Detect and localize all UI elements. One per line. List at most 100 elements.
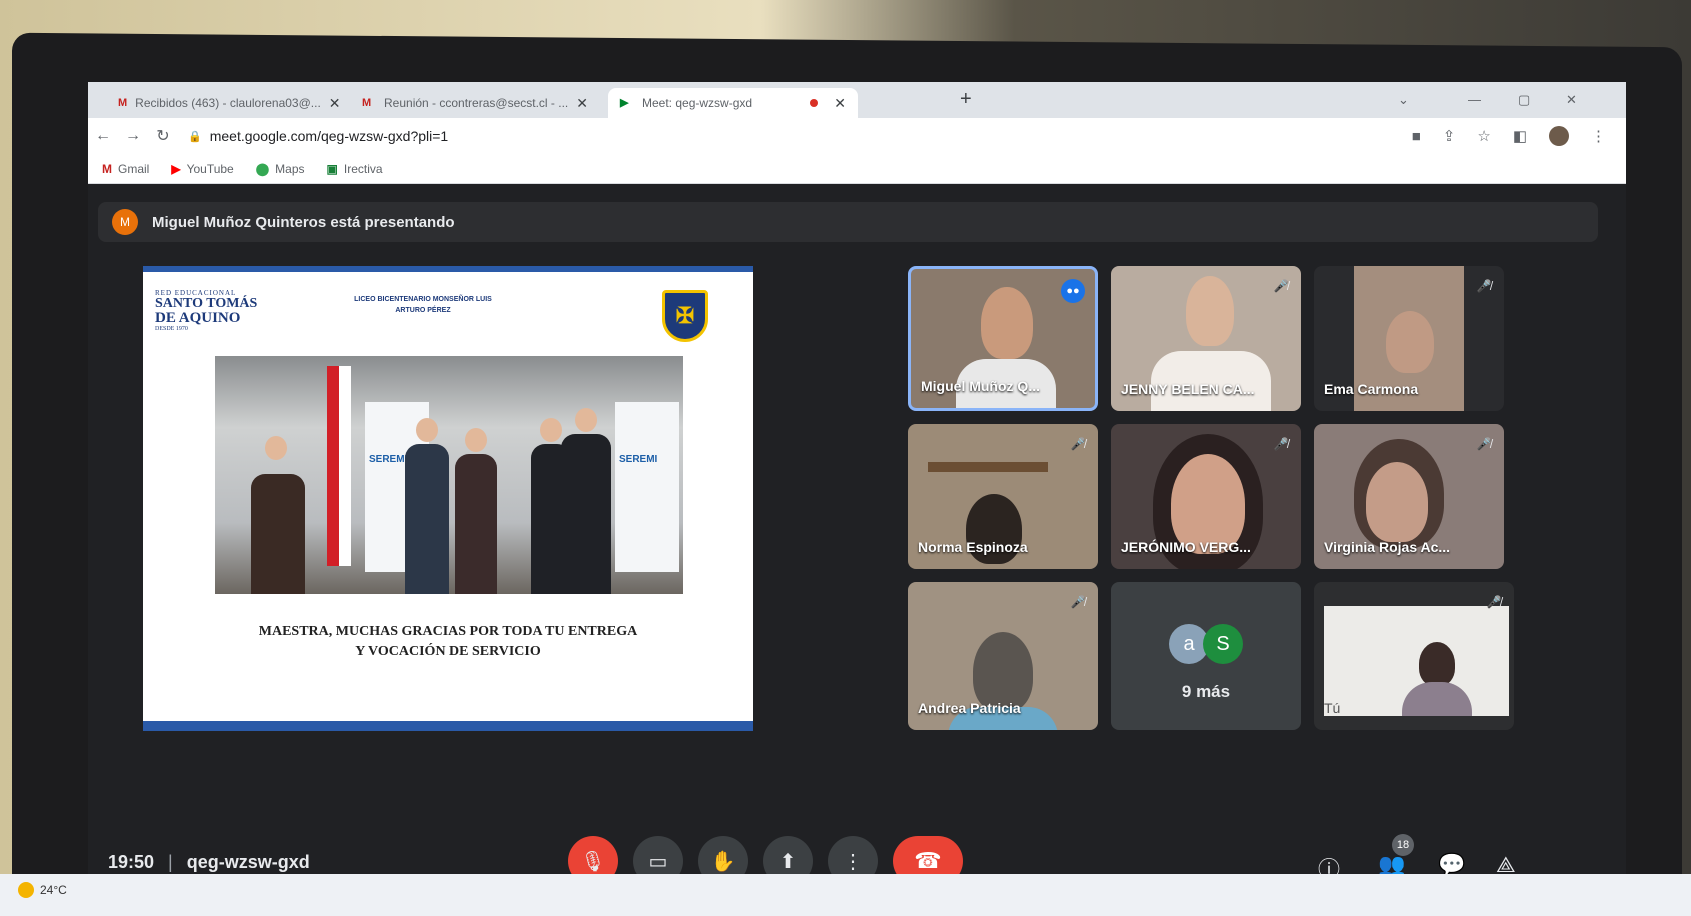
participant-name: JERÓNIMO VERG... xyxy=(1121,539,1251,555)
share-icon[interactable]: ⇪ xyxy=(1443,127,1456,145)
participant-name: Miguel Muñoz Q... xyxy=(921,378,1040,394)
bookmark-label: YouTube xyxy=(186,161,234,176)
reload-icon[interactable]: ↻ xyxy=(148,126,178,146)
participant-count-badge: 18 xyxy=(1392,834,1414,856)
clock-time: 19:50 xyxy=(108,852,155,872)
participant-tile[interactable]: 🎤̸ Andrea Patricia xyxy=(908,582,1098,730)
close-tab-icon[interactable]: ✕ xyxy=(329,95,341,112)
speaking-icon: ●● xyxy=(1061,279,1085,303)
camera-icon: ▭ xyxy=(648,850,668,873)
divider: | xyxy=(168,852,173,872)
mic-off-icon: 🎤̸ xyxy=(1476,437,1492,451)
more-participants-tile[interactable]: a S 9 más xyxy=(1111,582,1301,730)
avatar xyxy=(1366,462,1428,542)
maps-pin-icon: ⬤ xyxy=(255,161,270,176)
avatar xyxy=(1419,642,1455,686)
phone-hangup-icon: ☎ xyxy=(914,848,942,873)
person xyxy=(561,434,611,594)
participant-name: JENNY BELEN CA... xyxy=(1121,381,1255,397)
bookmark-maps[interactable]: ⬤ Maps xyxy=(256,162,305,176)
participant-name: Andrea Patricia xyxy=(918,700,1021,716)
present-screen-icon: ⬆ xyxy=(779,850,797,873)
weather-widget[interactable]: 24°C xyxy=(18,882,67,898)
hand-icon: ✋ xyxy=(710,850,736,873)
profile-avatar[interactable] xyxy=(1549,126,1569,146)
logo-line: DE AQUINO xyxy=(155,310,241,326)
meet-main: M Miguel Muñoz Quinteros está presentand… xyxy=(88,184,1626,902)
avatar xyxy=(981,287,1033,359)
school-name: LICEO BICENTENARIO MONSEÑOR LUIS ARTURO … xyxy=(354,296,492,314)
minimize-icon[interactable]: — xyxy=(1468,92,1481,107)
more-icon[interactable]: ⋮ xyxy=(1591,127,1606,145)
screen: M Recibidos (463) - claulorena03@... ✕ M… xyxy=(88,82,1626,902)
person xyxy=(455,454,497,594)
more-count: 9 más xyxy=(1181,682,1231,701)
mic-off-icon: 🎤̸ xyxy=(1070,595,1086,609)
shield-icon: ✠ xyxy=(662,290,708,342)
participant-name: Norma Espinoza xyxy=(918,539,1028,555)
bookmark-youtube[interactable]: ▶ YouTube xyxy=(171,162,233,176)
tab-meet[interactable]: ▶ Meet: qeg-wzsw-gxd ✕ xyxy=(608,88,858,118)
head xyxy=(265,436,287,460)
shelf xyxy=(928,462,1048,472)
person xyxy=(405,444,449,594)
person-podium xyxy=(251,474,305,594)
url-text: meet.google.com/qeg-wzsw-gxd?pli=1 xyxy=(209,128,449,144)
bookmark-gmail[interactable]: M Gmail xyxy=(102,162,149,176)
address-bar: ← → ↻ 🔒 meet.google.com/qeg-wzsw-gxd?pli… xyxy=(88,118,1626,154)
back-icon[interactable]: ← xyxy=(88,127,118,145)
mic-off-icon: 🎙 xyxy=(580,850,606,873)
camera-icon[interactable]: ■ xyxy=(1412,128,1421,145)
new-tab-icon[interactable]: + xyxy=(960,88,972,111)
caption-line: MAESTRA, MUCHAS GRACIAS POR TODA TU ENTR… xyxy=(258,624,638,639)
side-panel-icon[interactable]: ◧ xyxy=(1513,127,1527,145)
banner-right: SEREMI xyxy=(615,402,679,572)
logo-line: DESDE 1970 xyxy=(155,326,188,332)
chile-flag xyxy=(327,366,351,566)
presenter-avatar: M xyxy=(112,209,138,235)
slide-footer-bar xyxy=(143,721,753,731)
school-logo: RED EDUCACIONAL SANTO TOMÁS DE AQUINO DE… xyxy=(155,290,257,333)
close-tab-icon[interactable]: ✕ xyxy=(576,95,588,112)
participant-tile[interactable]: 🎤̸ Ema Carmona xyxy=(1314,266,1504,411)
bookmarks-bar: M Gmail ▶ YouTube ⬤ Maps ▣ Irectiva xyxy=(88,154,1626,184)
participant-name: Ema Carmona xyxy=(1324,381,1419,397)
bookmark-app-icon: ▣ xyxy=(326,161,338,176)
participant-tile[interactable]: 🎤̸ Norma Espinoza xyxy=(908,424,1098,569)
forward-icon[interactable]: → xyxy=(118,127,148,145)
close-window-icon[interactable]: ✕ xyxy=(1566,92,1577,108)
meet-icon: ▶ xyxy=(620,96,629,109)
shared-slide[interactable]: RED EDUCACIONAL SANTO TOMÁS DE AQUINO DE… xyxy=(143,266,753,731)
participant-tile[interactable]: 🎤̸ JERÓNIMO VERG... xyxy=(1111,424,1301,569)
tab-gmail-reunion[interactable]: M Reunión - ccontreras@secst.cl - ... ✕ xyxy=(350,88,600,118)
mic-off-icon: 🎤̸ xyxy=(1273,437,1289,451)
head xyxy=(416,418,438,442)
close-tab-icon[interactable]: ✕ xyxy=(834,95,846,112)
tab-label: Reunión - ccontreras@secst.cl - ... xyxy=(384,96,569,110)
avatar xyxy=(1386,311,1434,373)
maximize-icon[interactable]: ▢ xyxy=(1518,92,1530,108)
head xyxy=(575,408,597,432)
participant-tile[interactable]: ●● Miguel Muñoz Q... xyxy=(908,266,1098,411)
participant-tile[interactable]: 🎤̸ Virginia Rojas Ac... xyxy=(1314,424,1504,569)
mic-off-icon: 🎤̸ xyxy=(1070,437,1086,451)
slide-caption: MAESTRA, MUCHAS GRACIAS POR TODA TU ENTR… xyxy=(143,622,753,662)
ceremony-photo: SEREMI SEREMI xyxy=(215,356,683,594)
avatar xyxy=(1186,276,1234,346)
participant-tile[interactable]: 🎤̸ JENNY BELEN CA... xyxy=(1111,266,1301,411)
bookmark-label: Irectiva xyxy=(343,161,383,176)
participant-name: Virginia Rojas Ac... xyxy=(1324,539,1451,555)
star-icon[interactable]: ☆ xyxy=(1477,127,1490,145)
youtube-icon: ▶ xyxy=(171,161,181,176)
bookmark-irectiva[interactable]: ▣ Irectiva xyxy=(327,162,383,176)
participant-name: Tú xyxy=(1324,700,1341,716)
bookmark-label: Gmail xyxy=(118,161,150,176)
mic-off-icon: 🎤̸ xyxy=(1476,279,1492,293)
caption-line: Y VOCACIÓN DE SERVICIO xyxy=(355,644,541,659)
more-vert-icon: ⋮ xyxy=(843,850,863,873)
head xyxy=(465,428,487,452)
chevron-down-icon[interactable]: ⌄ xyxy=(1398,92,1409,108)
url-field[interactable]: 🔒 meet.google.com/qeg-wzsw-gxd?pli=1 xyxy=(188,128,448,144)
tab-gmail-inbox[interactable]: M Recibidos (463) - claulorena03@... ✕ xyxy=(106,88,346,118)
participant-tile-self[interactable]: 🎤̸ Tú xyxy=(1314,582,1514,730)
